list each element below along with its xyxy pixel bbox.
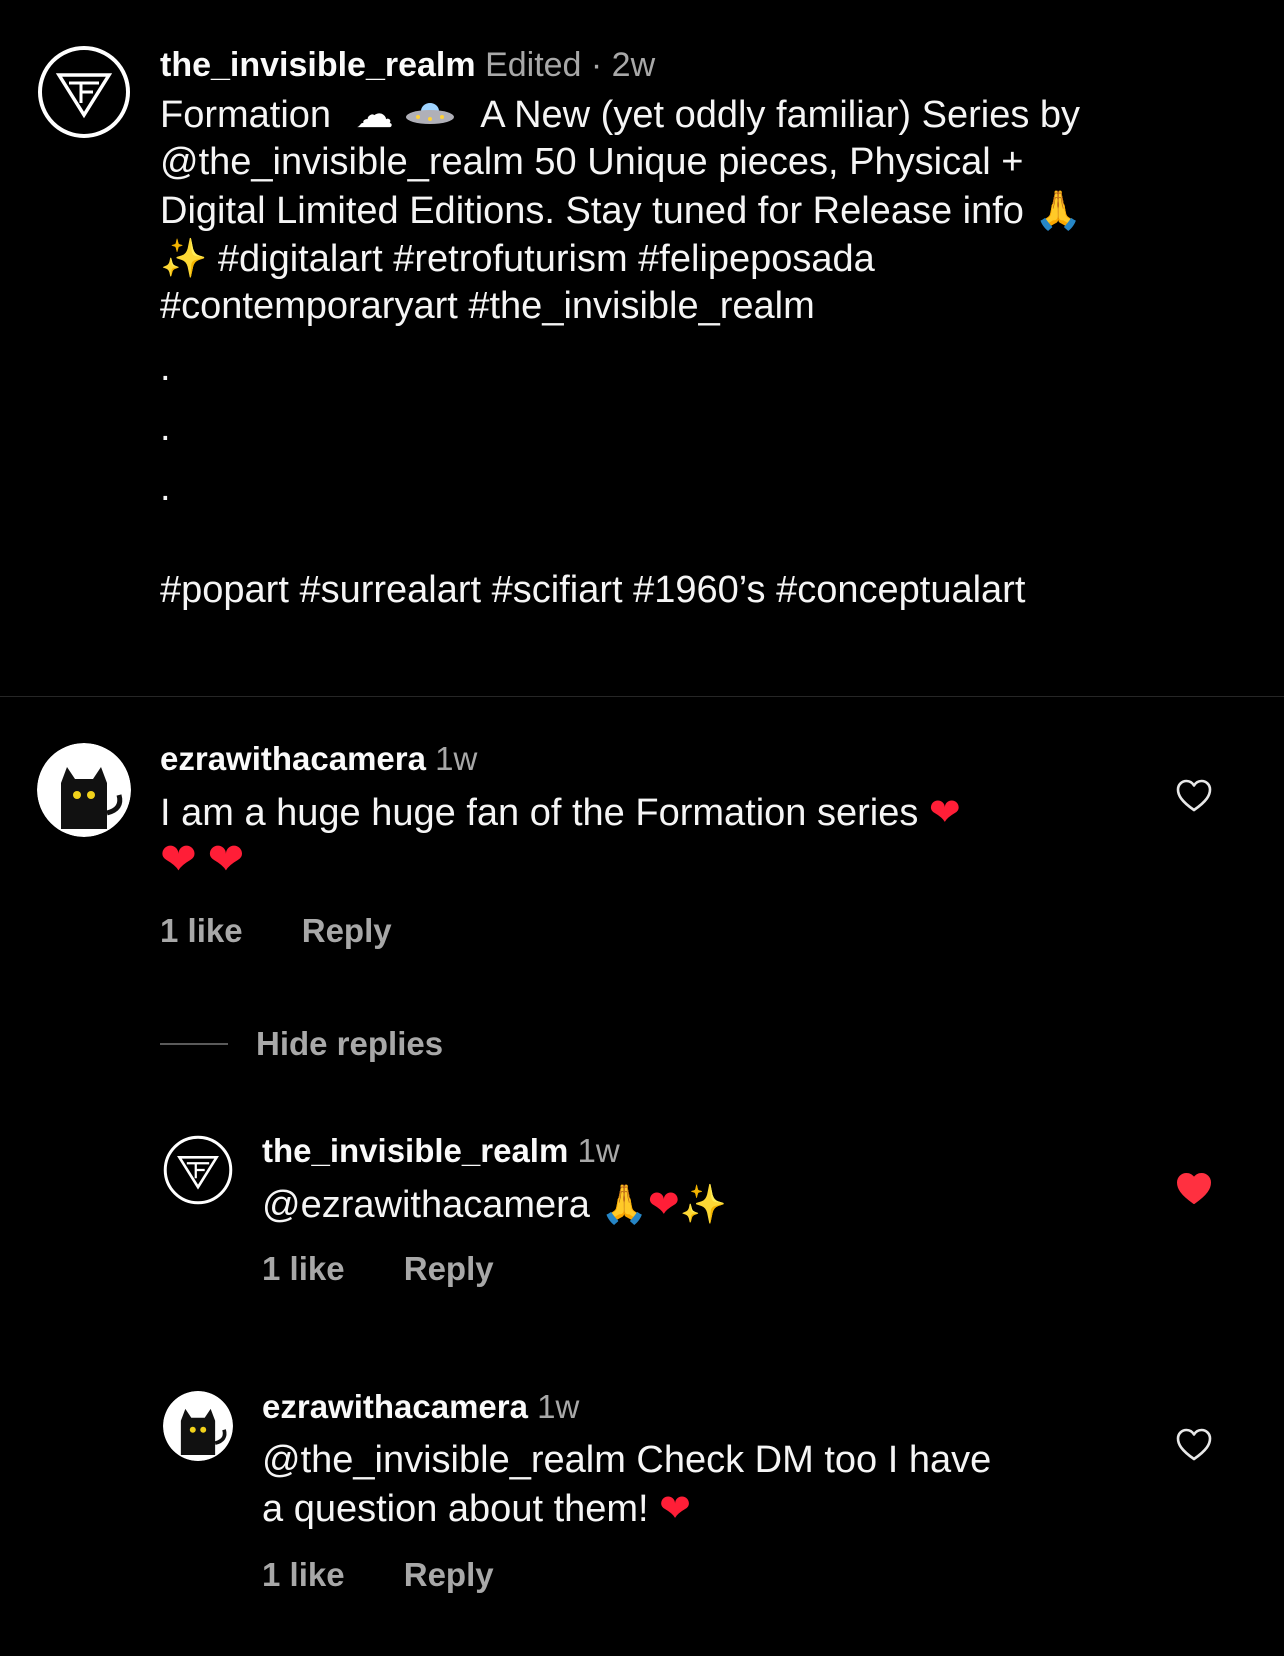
comment-text: I am a huge huge fan of the Formation se…: [160, 790, 961, 834]
caption-dot-2: .: [160, 407, 171, 449]
praying-hands-icon: 🙏: [1034, 188, 1082, 232]
reply-reply-button[interactable]: Reply: [404, 1554, 494, 1596]
comment-actions: 1 like Reply: [160, 910, 1080, 952]
comment-time: 1w: [435, 740, 478, 777]
red-heart-icon: ❤: [928, 790, 961, 834]
reply-commenter-avatar[interactable]: [163, 1391, 233, 1461]
hide-replies-label[interactable]: Hide replies: [256, 1025, 443, 1063]
red-heart-icon: ❤: [647, 1182, 680, 1226]
sparkles-icon: ✨: [160, 236, 208, 280]
reply-reply-button[interactable]: Reply: [404, 1248, 494, 1290]
author-avatar[interactable]: [37, 45, 131, 139]
reply-header: the_invisible_realm 1w: [262, 1130, 1122, 1172]
comment-like-count[interactable]: 1 like: [160, 910, 243, 952]
heart-outline-icon: [1176, 779, 1212, 812]
reply-text: @the_invisible_realm Check DM too I have: [262, 1439, 992, 1481]
caption-hashtags[interactable]: #popart #surrealart #scifiart #1960’s #c…: [160, 566, 1240, 614]
hide-replies-rule: [160, 1043, 228, 1045]
caption-dot-3: .: [160, 467, 171, 509]
caption-line-1: Formation ☁ A New (yet oddly familiar) S…: [160, 92, 1081, 136]
cloud-icon: ☁: [355, 92, 394, 136]
comment-text-emoji-line: ❤ ❤: [160, 836, 1080, 892]
caption-line-2: @the_invisible_realm 50 Unique pieces, P…: [160, 141, 1024, 183]
reply-username[interactable]: ezrawithacamera: [262, 1388, 528, 1425]
post-header: the_invisible_realm Edited · 2w: [160, 43, 1240, 87]
hide-replies-toggle[interactable]: Hide replies: [160, 1023, 443, 1065]
reply-time: 1w: [577, 1132, 620, 1169]
post-meta: Edited · 2w: [485, 46, 656, 84]
comment-reply-button[interactable]: Reply: [302, 910, 392, 952]
heart-outline-icon: [1176, 1428, 1212, 1461]
red-heart-icon: ❤: [160, 834, 197, 885]
reply-item: ezrawithacamera 1w @the_invisible_realm …: [262, 1386, 1122, 1596]
caption-line-4: ✨ #digitalart #retrofuturism #felipeposa…: [160, 236, 875, 280]
triangle-logo-icon: [163, 1135, 233, 1205]
black-cat-icon: [37, 743, 131, 837]
comment-header: ezrawithacamera 1w: [160, 738, 1080, 780]
comment-like-button[interactable]: [1176, 779, 1212, 813]
reply-header: ezrawithacamera 1w: [262, 1386, 1122, 1428]
ufo-icon: [404, 92, 468, 136]
caption-line-5[interactable]: #contemporaryart #the_invisible_realm: [160, 282, 1240, 330]
comment-item: ezrawithacamera 1w I am a huge huge fan …: [160, 738, 1080, 952]
caption-divider: [0, 696, 1284, 697]
red-heart-icon: ❤: [659, 1486, 692, 1530]
author-username[interactable]: the_invisible_realm: [160, 46, 476, 84]
caption-line-3: Digital Limited Editions. Stay tuned for…: [160, 188, 1082, 232]
reply-actions: 1 like Reply: [262, 1248, 1122, 1290]
post-caption: the_invisible_realm Edited · 2w Formatio…: [160, 43, 1240, 614]
commenter-avatar[interactable]: [37, 743, 131, 837]
reply-like-count[interactable]: 1 like: [262, 1248, 345, 1290]
comment-username[interactable]: ezrawithacamera: [160, 740, 426, 777]
red-heart-icon: ❤: [207, 834, 245, 885]
reply-like-button[interactable]: [1176, 1172, 1212, 1206]
reply-like-count[interactable]: 1 like: [262, 1554, 345, 1596]
reply-actions: 1 like Reply: [262, 1554, 1122, 1596]
reply-item: the_invisible_realm 1w @ezrawithacamera …: [262, 1130, 1122, 1290]
black-cat-icon: [163, 1391, 233, 1461]
reply-like-button[interactable]: [1176, 1428, 1212, 1462]
reply-username[interactable]: the_invisible_realm: [262, 1132, 568, 1169]
praying-hands-icon: 🙏: [600, 1182, 648, 1226]
heart-filled-icon: [1177, 1173, 1211, 1204]
caption-dot-1: .: [160, 347, 171, 389]
comments-screen: the_invisible_realm Edited · 2w Formatio…: [0, 0, 1284, 1656]
reply-author-avatar[interactable]: [163, 1135, 233, 1205]
reply-text-line-2: a question about them! ❤: [262, 1486, 692, 1530]
sparkles-icon: ✨: [679, 1182, 727, 1226]
reply-text: @ezrawithacamera 🙏❤✨: [262, 1182, 727, 1226]
triangle-logo-icon: [38, 46, 130, 138]
reply-time: 1w: [537, 1388, 580, 1425]
